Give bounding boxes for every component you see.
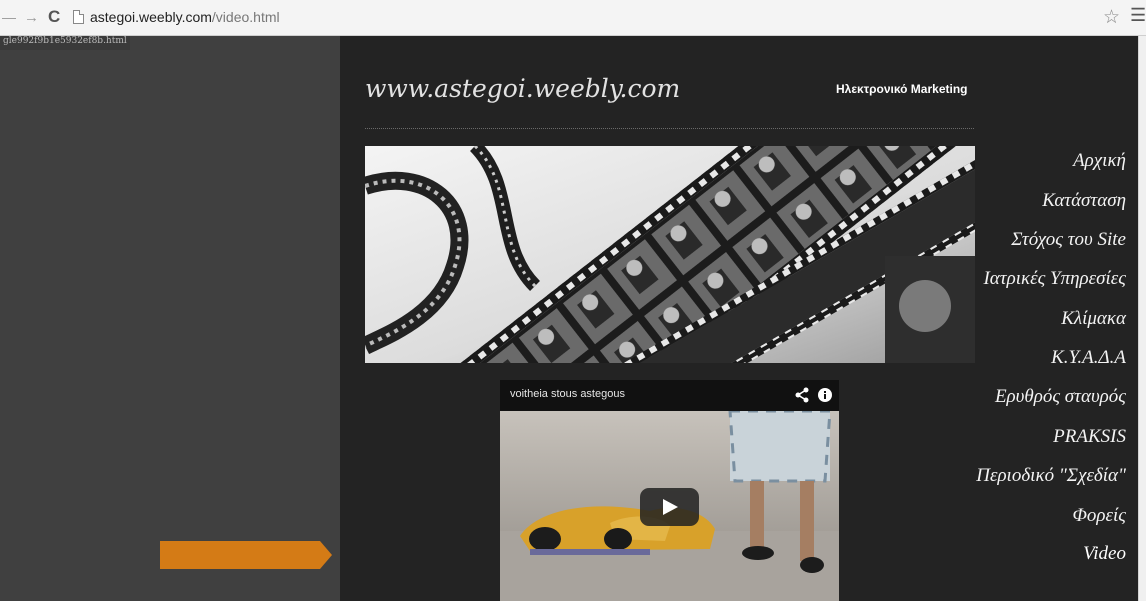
header-divider bbox=[365, 128, 974, 129]
forward-arrow-icon[interactable]: → bbox=[24, 9, 39, 26]
nav-item-red-cross[interactable]: Ερυθρός σταυρός bbox=[995, 386, 1126, 408]
star-icon[interactable]: ☆ bbox=[1103, 6, 1120, 29]
scrollbar[interactable] bbox=[1138, 36, 1146, 601]
film-strip-banner bbox=[365, 146, 975, 363]
sidebar bbox=[0, 36, 340, 601]
video-title-bar: voitheia stous astegous bbox=[500, 380, 839, 411]
reload-icon[interactable]: C bbox=[48, 7, 60, 27]
video-player[interactable]: voitheia stous astegous bbox=[500, 380, 839, 601]
status-link-text: gle992f9b1e5932ef8b.html bbox=[0, 36, 130, 50]
url-path: /video.html bbox=[211, 9, 280, 25]
nav-active-highlight bbox=[160, 541, 332, 569]
page-icon bbox=[73, 10, 84, 24]
url-host: astegoi.weebly.com bbox=[90, 9, 212, 25]
nav-item-organizations[interactable]: Φορείς bbox=[1072, 505, 1126, 527]
nav-item-praksis[interactable]: PRAKSIS bbox=[1053, 426, 1126, 448]
address-bar[interactable]: astegoi.weebly.com/video.html bbox=[90, 9, 280, 25]
nav-item-site-goal[interactable]: Στόχος του Site bbox=[1011, 229, 1126, 251]
header-nav-link[interactable]: Ηλεκτρονικό Marketing bbox=[836, 82, 967, 96]
nav-item-status[interactable]: Κατάσταση bbox=[1042, 190, 1126, 212]
nav-item-medical-services[interactable]: Ιατρικές Υπηρεσίες bbox=[983, 268, 1126, 290]
video-title[interactable]: voitheia stous astegous bbox=[510, 388, 625, 400]
site-title[interactable]: www.astegoi.weebly.com bbox=[365, 74, 680, 103]
play-icon[interactable] bbox=[640, 488, 699, 526]
share-icon[interactable] bbox=[795, 387, 809, 403]
hamburger-menu-icon[interactable]: ☰ bbox=[1130, 5, 1146, 26]
nav-item-magazine[interactable]: Περιοδικό "Σχεδία" bbox=[976, 465, 1126, 487]
back-arrow-icon[interactable]: — bbox=[2, 9, 16, 25]
browser-toolbar: — → C astegoi.weebly.com/video.html ☆ ☰ bbox=[0, 0, 1146, 36]
nav-item-video[interactable]: Video bbox=[1083, 543, 1126, 565]
nav-item-kyada[interactable]: Κ.Υ.Α.Δ.Α bbox=[1051, 347, 1126, 369]
nav-item-home[interactable]: Αρχική bbox=[1073, 150, 1126, 172]
info-icon[interactable] bbox=[818, 388, 832, 402]
nav-item-klimaka[interactable]: Κλίμακα bbox=[1061, 308, 1126, 330]
